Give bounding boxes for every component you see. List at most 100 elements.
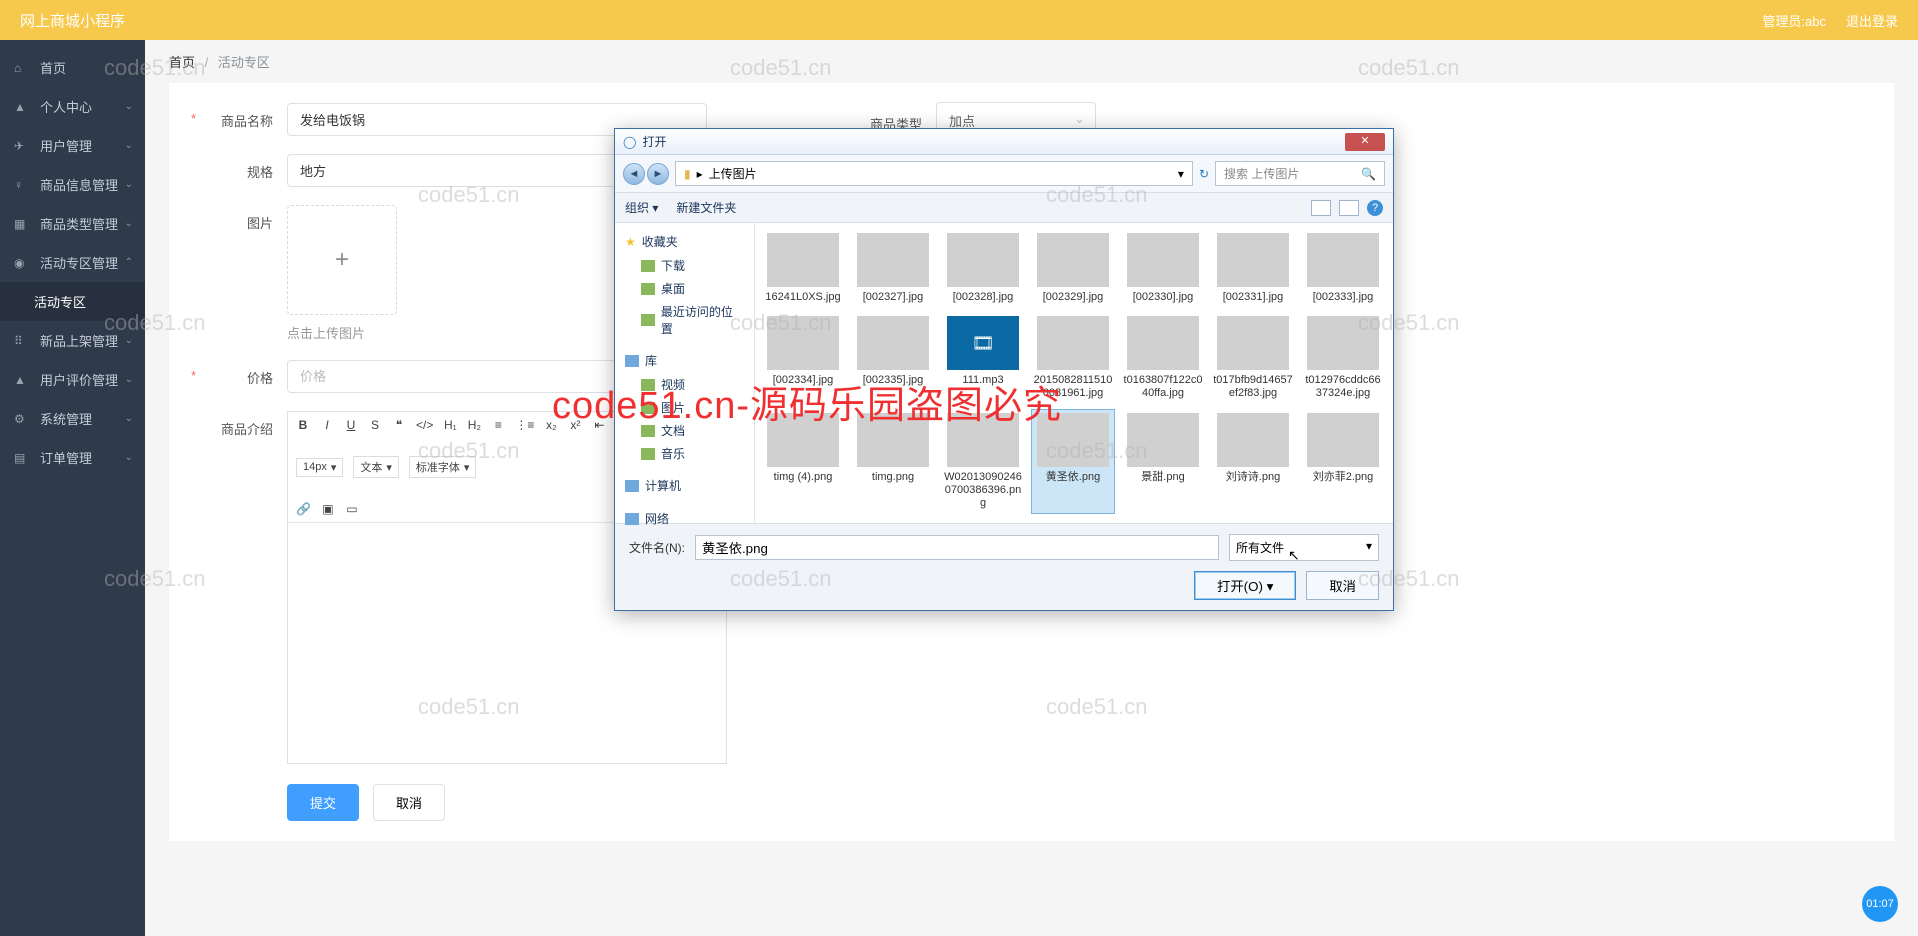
logout-link[interactable]: 退出登录 [1846, 11, 1898, 30]
file-item[interactable]: [002335].jpg [851, 312, 935, 404]
path-bar[interactable]: ▮ ▸ 上传图片 ▾ [675, 161, 1193, 186]
preview-pane-button[interactable] [1339, 200, 1359, 216]
sidebar-item-7[interactable]: ▲用户评价管理⌄ [0, 360, 145, 399]
sidebar: ⌂首页 ▲ 个人中心 ⌄ ✈用户管理⌄♀商品信息管理⌄▦商品类型管理⌄◉活动专区管理⌃活… [0, 40, 145, 936]
file-item[interactable]: t0163807f122c040ffa.jpg [1121, 312, 1205, 404]
filename-label: 文件名(N): [629, 539, 685, 556]
sidebar-label: 个人中心 [40, 97, 92, 116]
dlg-side-group[interactable]: 计算机 [615, 473, 754, 498]
indent-btn[interactable]: ⇤ [592, 418, 606, 432]
nav-forward-button[interactable]: ► [647, 163, 669, 185]
italic-btn[interactable]: I [320, 418, 334, 432]
dlg-side-group[interactable]: ★收藏夹 [615, 229, 754, 254]
search-input[interactable]: 搜索 上传图片 🔍 [1215, 161, 1385, 186]
breadcrumb-home[interactable]: 首页 [169, 55, 195, 70]
format-select[interactable]: 文本▾ [353, 456, 399, 478]
filename-input[interactable] [695, 535, 1219, 560]
file-grid: 16241L0XS.jpg[002327].jpg[002328].jpg[00… [755, 223, 1393, 523]
submit-button[interactable]: 提交 [287, 784, 359, 821]
file-item[interactable]: 刘亦菲2.png [1301, 409, 1385, 515]
h1-btn[interactable]: H₁ [443, 418, 457, 432]
path-current: 上传图片 [709, 165, 757, 182]
dialog-sidebar: ★收藏夹下载桌面最近访问的位置库视频图片文档音乐计算机网络 [615, 223, 755, 523]
upload-box[interactable]: + [287, 205, 397, 315]
dlg-side-item[interactable]: 桌面 [615, 277, 754, 300]
file-item[interactable]: t017bfb9d14657ef2f83.jpg [1211, 312, 1295, 404]
file-item[interactable]: [002327].jpg [851, 229, 935, 308]
h2-btn[interactable]: H₂ [467, 418, 481, 432]
sidebar-item-1[interactable]: ▲个人中心⌄ [0, 87, 145, 126]
image-btn[interactable]: ▣ [321, 502, 335, 516]
underline-btn[interactable]: U [344, 418, 358, 432]
fontfamily-select[interactable]: 标准字体▾ [409, 456, 477, 478]
sidebar-sub-active[interactable]: 活动专区 [0, 282, 145, 321]
file-item[interactable]: [002333].jpg [1301, 229, 1385, 308]
file-item[interactable]: 景甜.png [1121, 409, 1205, 515]
open-button[interactable]: 打开(O) ▾ [1194, 571, 1296, 600]
chevron-icon: ⌄ [125, 452, 133, 463]
ol-btn[interactable]: ≡ [491, 418, 505, 432]
file-item[interactable]: 20150828115106081961.jpg [1031, 312, 1115, 404]
code-btn[interactable]: </> [416, 418, 433, 432]
sub-btn[interactable]: x₂ [544, 418, 558, 432]
video-btn[interactable]: ▭ [345, 502, 359, 516]
dlg-side-item[interactable]: 下载 [615, 254, 754, 277]
file-name: 黄圣依.png [1033, 471, 1113, 484]
dlg-side-item[interactable]: 音乐 [615, 442, 754, 465]
file-item[interactable]: t012976cddc6637324e.jpg [1301, 312, 1385, 404]
filetype-select[interactable]: 所有文件▾ [1229, 534, 1379, 561]
file-thumb [1307, 233, 1379, 287]
dlg-side-item[interactable]: 图片 [615, 396, 754, 419]
file-item[interactable]: timg.png [851, 409, 935, 515]
dlg-side-item[interactable]: 视频 [615, 373, 754, 396]
file-name: 景甜.png [1123, 471, 1203, 484]
file-item[interactable]: 16241L0XS.jpg [761, 229, 845, 308]
sidebar-label: 首页 [40, 58, 66, 77]
cancel-button[interactable]: 取消 [373, 784, 445, 821]
sidebar-item-4[interactable]: ▦商品类型管理⌄ [0, 204, 145, 243]
sidebar-icon: ▲ [14, 100, 30, 114]
file-item[interactable]: [002334].jpg [761, 312, 845, 404]
app-title: 网上商城小程序 [20, 10, 125, 31]
sidebar-item-9[interactable]: ▤订单管理⌄ [0, 438, 145, 477]
organize-button[interactable]: 组织 ▾ [625, 199, 658, 216]
file-item[interactable]: [002328].jpg [941, 229, 1025, 308]
label-price: 价格 [193, 360, 273, 387]
refresh-button[interactable]: ↻ [1199, 167, 1209, 181]
ul-btn[interactable]: ⋮≡ [515, 418, 534, 432]
dlg-side-group[interactable]: 库 [615, 348, 754, 373]
file-thumb [1307, 413, 1379, 467]
file-item[interactable]: [002329].jpg [1031, 229, 1115, 308]
sidebar-item-0[interactable]: ⌂首页 [0, 48, 145, 87]
sup-btn[interactable]: x² [568, 418, 582, 432]
quote-btn[interactable]: ❝ [392, 418, 406, 432]
file-item[interactable]: [002330].jpg [1121, 229, 1205, 308]
file-item[interactable]: 🎞111.mp3 [941, 312, 1025, 404]
dlg-side-item[interactable]: 文档 [615, 419, 754, 442]
file-item[interactable]: [002331].jpg [1211, 229, 1295, 308]
sidebar-label: 用户管理 [40, 136, 92, 155]
help-icon[interactable]: ? [1367, 200, 1383, 216]
sidebar-item-3[interactable]: ♀商品信息管理⌄ [0, 165, 145, 204]
nav-back-button[interactable]: ◄ [623, 163, 645, 185]
sidebar-icon: ♀ [14, 178, 30, 192]
view-mode-button[interactable] [1311, 200, 1331, 216]
new-folder-button[interactable]: 新建文件夹 [676, 199, 736, 216]
sidebar-item-8[interactable]: ⚙系统管理⌄ [0, 399, 145, 438]
dlg-side-item[interactable]: 最近访问的位置 [615, 300, 754, 340]
strike-btn[interactable]: S [368, 418, 382, 432]
dlg-side-group[interactable]: 网络 [615, 506, 754, 531]
sidebar-item-6[interactable]: ⠿新品上架管理⌄ [0, 321, 145, 360]
sidebar-item-2[interactable]: ✈用户管理⌄ [0, 126, 145, 165]
dialog-cancel-button[interactable]: 取消 [1306, 571, 1379, 600]
file-item[interactable]: timg (4).png [761, 409, 845, 515]
sidebar-item-5[interactable]: ◉活动专区管理⌃ [0, 243, 145, 282]
bold-btn[interactable]: B [296, 418, 310, 432]
file-item[interactable]: 黄圣依.png [1031, 409, 1115, 515]
file-thumb [947, 233, 1019, 287]
file-item[interactable]: 刘诗诗.png [1211, 409, 1295, 515]
link-btn[interactable]: 🔗 [296, 502, 311, 516]
fontsize-select[interactable]: 14px▾ [296, 458, 343, 477]
file-item[interactable]: W020130902460700386396.png [941, 409, 1025, 515]
dialog-close-button[interactable]: ✕ [1345, 133, 1385, 151]
